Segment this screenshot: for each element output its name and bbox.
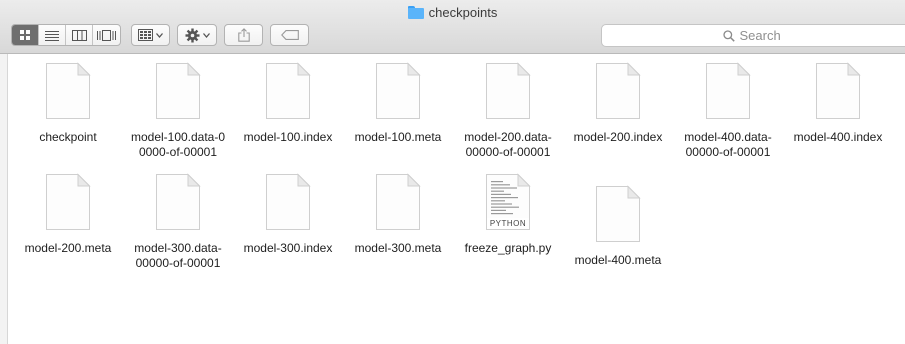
file-name-line: model-100.data-0 bbox=[130, 130, 226, 144]
window-title: checkpoints bbox=[0, 4, 905, 20]
file-item[interactable]: model-200.meta bbox=[16, 173, 120, 256]
file-name: model-200.data- 00000-of-00001 bbox=[456, 130, 560, 160]
file-name: checkpoint bbox=[16, 130, 120, 145]
folder-icon bbox=[407, 5, 424, 19]
document-icon bbox=[815, 62, 861, 120]
file-name-line: model-200.data- bbox=[464, 130, 552, 144]
file-item[interactable]: model-300.data- 00000-of-00001 bbox=[126, 173, 230, 271]
file-name-line: 00000-of-00001 bbox=[465, 145, 551, 159]
document-icon bbox=[705, 62, 751, 120]
file-name-line: checkpoint bbox=[39, 130, 97, 144]
search-field[interactable] bbox=[601, 24, 905, 47]
document-icon bbox=[375, 173, 421, 231]
icon-view-icon bbox=[20, 30, 30, 40]
file-name-line: 00000-of-00001 bbox=[135, 256, 221, 270]
file-name: model-400.data- 00000-of-00001 bbox=[676, 130, 780, 160]
file-name-line: 00000-of-00001 bbox=[685, 145, 771, 159]
document-icon bbox=[375, 62, 421, 120]
arrange-grid-icon bbox=[138, 29, 153, 41]
file-name-line: model-300.data- bbox=[134, 241, 222, 255]
file-name: model-400.meta bbox=[566, 253, 670, 268]
file-item[interactable]: model-200.index bbox=[566, 62, 670, 145]
document-icon bbox=[265, 173, 311, 231]
search-input[interactable] bbox=[739, 28, 800, 43]
file-item[interactable]: checkpoint bbox=[16, 62, 120, 145]
file-name-line: model-400.index bbox=[793, 130, 883, 144]
search-icon bbox=[722, 29, 735, 42]
file-name-line: 0000-of-00001 bbox=[138, 145, 218, 159]
document-icon bbox=[45, 173, 91, 231]
document-icon bbox=[155, 62, 201, 120]
file-item[interactable]: model-100.data-0 0000-of-00001 bbox=[126, 62, 230, 160]
file-name: model-200.meta bbox=[16, 241, 120, 256]
document-icon bbox=[595, 185, 641, 243]
cover-flow-view-button[interactable] bbox=[93, 25, 120, 45]
view-mode-control bbox=[11, 24, 121, 46]
action-button[interactable] bbox=[177, 24, 217, 46]
window-title-text: checkpoints bbox=[428, 4, 498, 20]
icon-view-button[interactable] bbox=[12, 25, 39, 45]
file-name: model-300.meta bbox=[346, 241, 450, 256]
file-name: model-300.index bbox=[236, 241, 340, 256]
file-name-line: model-400.data- bbox=[684, 130, 772, 144]
file-name: freeze_graph.py bbox=[456, 241, 560, 256]
file-name: model-400.index bbox=[786, 130, 890, 145]
document-icon bbox=[45, 62, 91, 120]
document-icon bbox=[155, 173, 201, 231]
tag-button[interactable] bbox=[270, 24, 309, 46]
document-icon bbox=[485, 62, 531, 120]
file-item[interactable]: model-200.data- 00000-of-00001 bbox=[456, 62, 560, 160]
gear-icon bbox=[185, 28, 199, 42]
file-name-line: freeze_graph.py bbox=[464, 241, 552, 255]
file-name-line: model-300.index bbox=[243, 241, 333, 255]
tag-icon bbox=[280, 30, 299, 40]
python-badge: PYTHON bbox=[489, 219, 527, 228]
share-icon bbox=[237, 28, 250, 42]
list-view-icon bbox=[45, 30, 59, 41]
file-name-line: model-200.index bbox=[573, 130, 663, 144]
column-view-icon bbox=[71, 29, 87, 41]
document-icon bbox=[265, 62, 311, 120]
column-view-button[interactable] bbox=[66, 25, 93, 45]
file-item[interactable]: model-100.index bbox=[236, 62, 340, 145]
file-item[interactable]: model-300.index bbox=[236, 173, 340, 256]
file-item[interactable]: model-100.meta bbox=[346, 62, 450, 145]
file-name-line: model-300.meta bbox=[354, 241, 442, 255]
chevron-down-icon bbox=[202, 32, 210, 38]
python-file-icon: PYTHON bbox=[485, 173, 531, 231]
share-button[interactable] bbox=[224, 24, 263, 46]
file-name: model-200.index bbox=[566, 130, 670, 145]
file-item[interactable]: model-300.meta bbox=[346, 173, 450, 256]
cover-flow-icon bbox=[97, 29, 116, 41]
file-name-line: model-400.meta bbox=[574, 253, 662, 267]
document-icon bbox=[595, 62, 641, 120]
file-item[interactable]: model-400.data- 00000-of-00001 bbox=[676, 62, 780, 160]
file-name: model-300.data- 00000-of-00001 bbox=[126, 241, 230, 271]
file-name: model-100.data-0 0000-of-00001 bbox=[126, 130, 230, 160]
file-name: model-100.meta bbox=[346, 130, 450, 145]
sidebar-edge bbox=[0, 54, 8, 344]
chevron-down-icon bbox=[156, 32, 163, 38]
file-name-line: model-100.index bbox=[243, 130, 333, 144]
file-item[interactable]: model-400.meta bbox=[566, 185, 670, 268]
file-item[interactable]: model-400.index bbox=[786, 62, 890, 145]
file-name-line: model-200.meta bbox=[24, 241, 112, 255]
list-view-button[interactable] bbox=[39, 25, 66, 45]
arrange-button[interactable] bbox=[131, 24, 170, 46]
window-titlebar: checkpoints bbox=[0, 0, 905, 54]
file-name-line: model-100.meta bbox=[354, 130, 442, 144]
file-item[interactable]: PYTHON freeze_graph.py bbox=[456, 173, 560, 256]
file-name: model-100.index bbox=[236, 130, 340, 145]
